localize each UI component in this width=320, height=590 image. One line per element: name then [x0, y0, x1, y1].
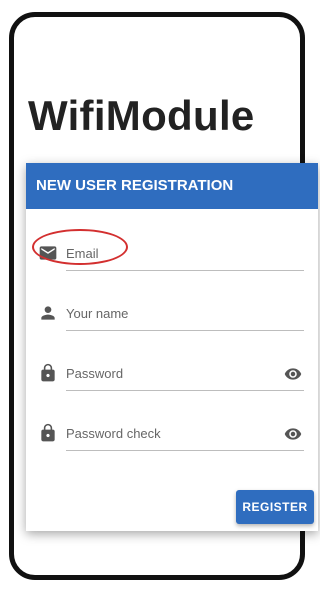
register-button[interactable]: REGISTER: [236, 490, 314, 524]
name-field[interactable]: Your name: [38, 297, 304, 331]
person-icon: [38, 303, 58, 323]
name-field-underline: [66, 330, 304, 331]
email-field-underline: [66, 270, 304, 271]
card-header: NEW USER REGISTRATION: [26, 163, 318, 209]
eye-icon[interactable]: [284, 425, 302, 443]
eye-icon[interactable]: [284, 365, 302, 383]
password-check-field-underline: [66, 450, 304, 451]
password-field-underline: [66, 390, 304, 391]
registration-card: NEW USER REGISTRATION Email Your name Pa…: [26, 163, 318, 531]
password-field[interactable]: Password: [38, 357, 304, 391]
email-field[interactable]: Email: [32, 229, 304, 271]
email-highlight-circle: [32, 229, 128, 265]
app-title: WifiModule: [28, 92, 255, 139]
lock-icon: [38, 423, 58, 443]
password-check-field-label: Password check: [66, 426, 161, 441]
lock-icon: [38, 363, 58, 383]
name-field-label: Your name: [66, 306, 129, 321]
password-check-field[interactable]: Password check: [38, 417, 304, 451]
password-field-label: Password: [66, 366, 124, 381]
